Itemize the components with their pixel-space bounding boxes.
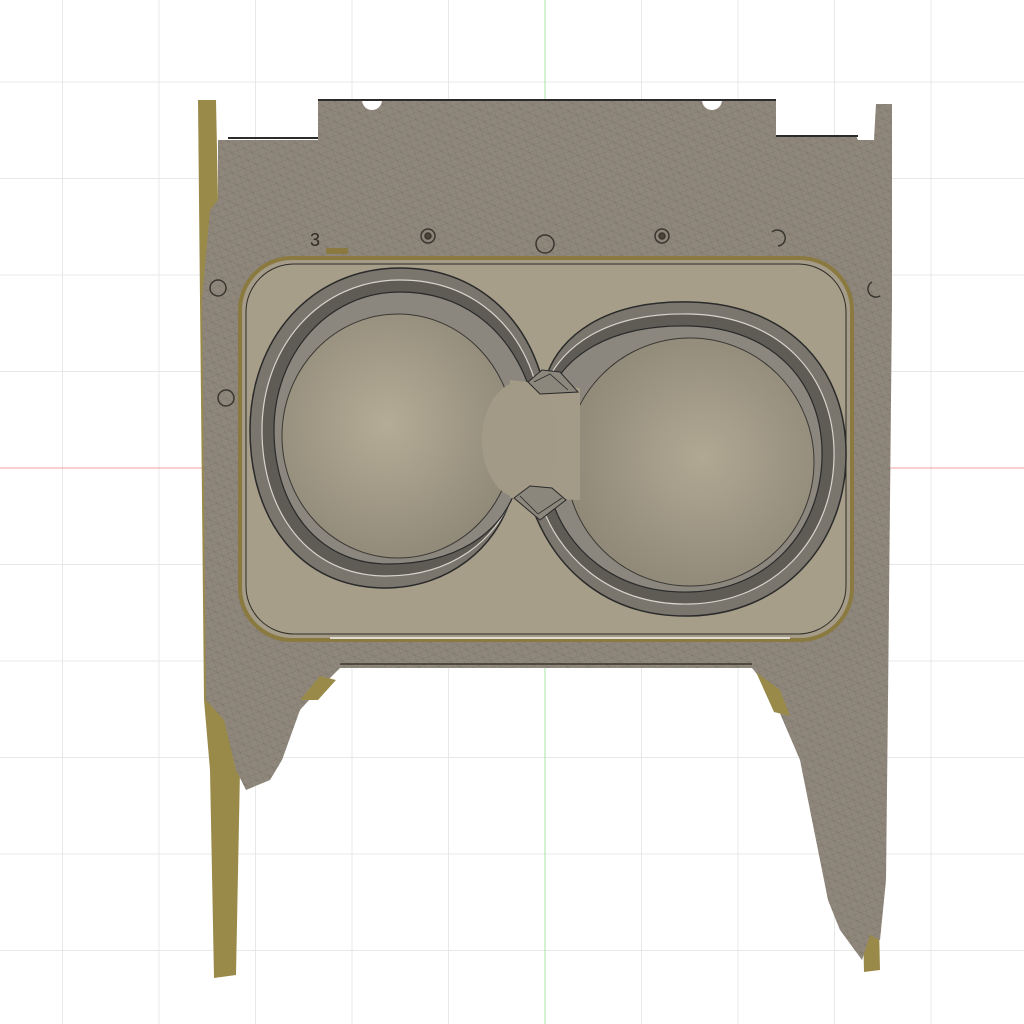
right-cup-floor <box>565 337 815 587</box>
small-tab <box>326 248 348 254</box>
left-cup-floor <box>281 313 515 559</box>
panel-number-label: 3 <box>310 230 320 250</box>
3d-viewport[interactable]: 3 <box>0 0 1024 1024</box>
cup-bridge-fill <box>482 382 558 498</box>
